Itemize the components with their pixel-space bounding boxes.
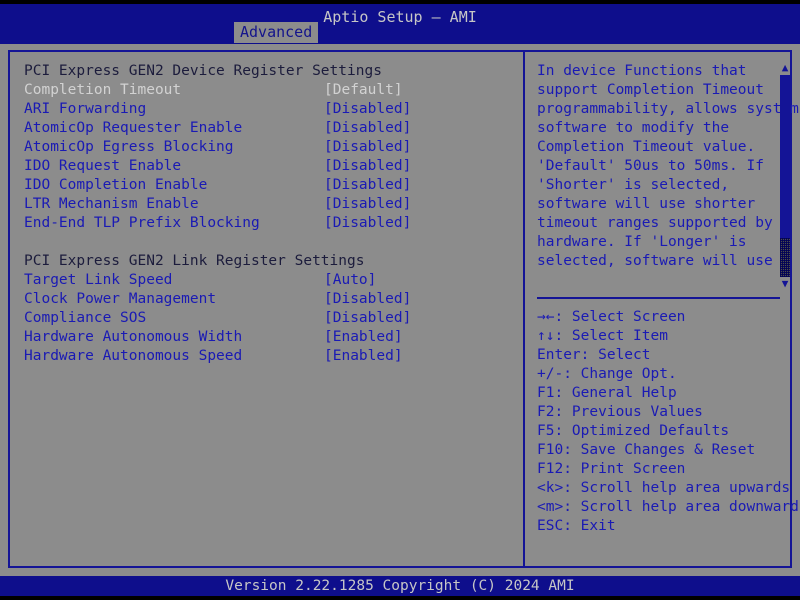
setting-value[interactable]: [Disabled]	[324, 157, 411, 176]
setting-row[interactable]: End-End TLP Prefix Blocking [Disabled]	[24, 214, 504, 233]
setting-label: AtomicOp Requester Enable	[24, 119, 242, 138]
legend-row: F2: Previous Values	[537, 403, 787, 422]
help-line: software will use shorter	[537, 195, 769, 214]
bottom-bezel	[0, 596, 800, 600]
setting-value[interactable]: [Auto]	[324, 271, 376, 290]
setting-row[interactable]: AtomicOp Requester Enable [Disabled]	[24, 119, 504, 138]
setting-label: Hardware Autonomous Width	[24, 328, 242, 347]
setting-row[interactable]: LTR Mechanism Enable [Disabled]	[24, 195, 504, 214]
tab-advanced[interactable]: Advanced	[234, 22, 318, 43]
setting-label: End-End TLP Prefix Blocking	[24, 214, 260, 233]
legend-row: ESC: Exit	[537, 517, 787, 536]
setting-row[interactable]: Compliance SOS [Disabled]	[24, 309, 504, 328]
legend-row: →←: Select Screen	[537, 308, 787, 327]
setting-row[interactable]: AtomicOp Egress Blocking [Disabled]	[24, 138, 504, 157]
setting-label: Clock Power Management	[24, 290, 216, 309]
version-text: Version 2.22.1285 Copyright (C) 2024 AMI	[0, 576, 800, 596]
setting-label: LTR Mechanism Enable	[24, 195, 199, 214]
section-heading-label: PCI Express GEN2 Device Register Setting…	[24, 62, 382, 81]
help-line: 'Shorter' is selected,	[537, 176, 769, 195]
setting-value[interactable]: [Disabled]	[324, 309, 411, 328]
legend-row: F12: Print Screen	[537, 460, 787, 479]
footer-bar: Version 2.22.1285 Copyright (C) 2024 AMI	[0, 576, 800, 596]
legend-row: F1: General Help	[537, 384, 787, 403]
setting-value[interactable]: [Enabled]	[324, 328, 403, 347]
section-heading: PCI Express GEN2 Link Register Settings	[24, 252, 504, 271]
key-legend: →←: Select Screen↑↓: Select ItemEnter: S…	[537, 308, 787, 536]
legend-row: F5: Optimized Defaults	[537, 422, 787, 441]
legend-row: <m>: Scroll help area downwards	[537, 498, 787, 517]
settings-list: PCI Express GEN2 Device Register Setting…	[24, 62, 504, 366]
setting-label: ARI Forwarding	[24, 100, 146, 119]
setting-row[interactable]: Hardware Autonomous Width [Enabled]	[24, 328, 504, 347]
help-scrollbar[interactable]: ▲ ▼	[779, 62, 791, 290]
setting-value[interactable]: [Disabled]	[324, 176, 411, 195]
help-line: 'Default' 50us to 50ms. If	[537, 157, 769, 176]
help-line: hardware. If 'Longer' is	[537, 233, 769, 252]
setting-label: Completion Timeout	[24, 81, 181, 100]
section-heading-label: PCI Express GEN2 Link Register Settings	[24, 252, 364, 271]
setting-label: Compliance SOS	[24, 309, 146, 328]
setting-row[interactable]: Clock Power Management [Disabled]	[24, 290, 504, 309]
tab-bar: Advanced	[0, 22, 800, 44]
setting-row[interactable]: Hardware Autonomous Speed [Enabled]	[24, 347, 504, 366]
setting-row[interactable]: Target Link Speed [Auto]	[24, 271, 504, 290]
scroll-up-arrow-icon[interactable]: ▲	[779, 62, 791, 74]
setting-row[interactable]: IDO Request Enable [Disabled]	[24, 157, 504, 176]
setting-label: AtomicOp Egress Blocking	[24, 138, 234, 157]
help-line: Completion Timeout value.	[537, 138, 769, 157]
legend-row: ↑↓: Select Item	[537, 327, 787, 346]
legend-row: <k>: Scroll help area upwards	[537, 479, 787, 498]
bios-setup-screen: Aptio Setup – AMI Advanced PCI Express G…	[0, 0, 800, 600]
scrollbar-thumb[interactable]	[780, 75, 790, 238]
help-line: programmability, allows system	[537, 100, 769, 119]
section-spacer	[24, 233, 504, 252]
legend-row: +/-: Change Opt.	[537, 365, 787, 384]
setting-row[interactable]: IDO Completion Enable [Disabled]	[24, 176, 504, 195]
setting-row[interactable]: Completion Timeout [Default]	[24, 81, 504, 100]
setting-label: Target Link Speed	[24, 271, 172, 290]
setting-row[interactable]: ARI Forwarding [Disabled]	[24, 100, 504, 119]
setting-label: Hardware Autonomous Speed	[24, 347, 242, 366]
setting-value[interactable]: [Disabled]	[324, 195, 411, 214]
setting-value[interactable]: [Enabled]	[324, 347, 403, 366]
help-legend-separator	[537, 297, 780, 299]
setting-value[interactable]: [Disabled]	[324, 214, 411, 233]
help-line: selected, software will use	[537, 252, 769, 271]
scroll-down-arrow-icon[interactable]: ▼	[779, 278, 791, 290]
setting-value[interactable]: [Default]	[324, 81, 403, 100]
legend-row: Enter: Select	[537, 346, 787, 365]
help-line: timeout ranges supported by	[537, 214, 769, 233]
panel-divider	[523, 50, 525, 568]
section-heading: PCI Express GEN2 Device Register Setting…	[24, 62, 504, 81]
setting-label: IDO Completion Enable	[24, 176, 207, 195]
setting-value[interactable]: [Disabled]	[324, 138, 411, 157]
setting-value[interactable]: [Disabled]	[324, 100, 411, 119]
help-line: support Completion Timeout	[537, 81, 769, 100]
help-text: In device Functions thatsupport Completi…	[537, 62, 769, 271]
legend-row: F10: Save Changes & Reset	[537, 441, 787, 460]
help-line: software to modify the	[537, 119, 769, 138]
setting-value[interactable]: [Disabled]	[324, 290, 411, 309]
setting-label: IDO Request Enable	[24, 157, 181, 176]
setting-value[interactable]: [Disabled]	[324, 119, 411, 138]
help-line: In device Functions that	[537, 62, 769, 81]
